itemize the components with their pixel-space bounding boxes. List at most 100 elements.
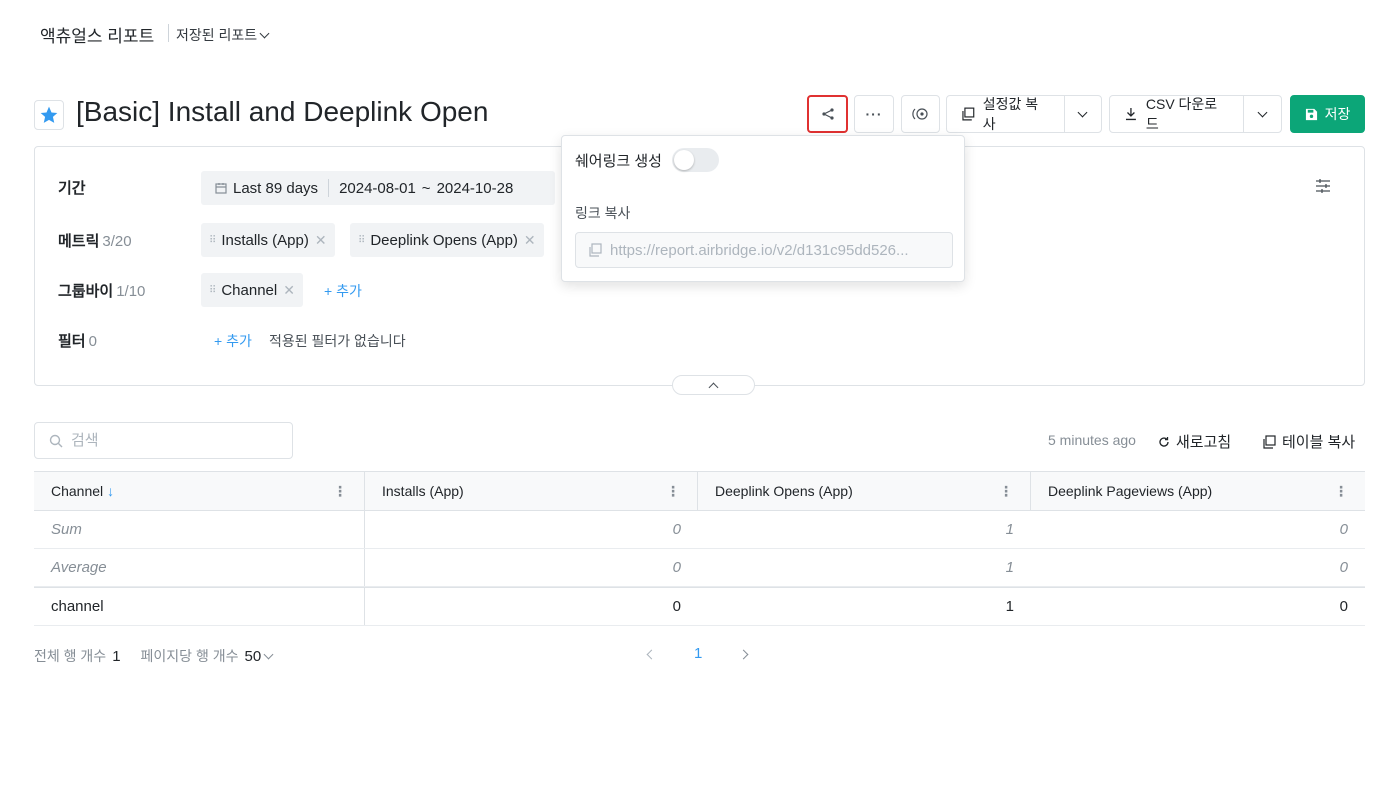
copy-icon (1263, 434, 1276, 449)
total-rows-value: 1 (112, 647, 121, 665)
share-link-value: https://report.airbridge.io/v2/d131c95dd… (610, 241, 909, 259)
copy-settings-button[interactable]: 설정값 복사 (946, 95, 1102, 133)
refresh-label: 새로고침 (1176, 434, 1232, 451)
column-header-deeplink-opens[interactable]: Deeplink Opens (App) ⋮ (698, 472, 1031, 510)
column-header-label: Deeplink Pageviews (App) (1048, 483, 1213, 499)
column-header-label: Channel (51, 483, 104, 499)
metric-chip[interactable]: ⠿ Installs (App) ✕ (201, 223, 335, 257)
table-cell: 0 (672, 559, 681, 576)
table-cell: 1 (1005, 559, 1014, 576)
saved-reports-label: 저장된 리포트 (176, 27, 258, 43)
groupby-chip[interactable]: ⠿ Channel ✕ (201, 273, 303, 307)
copy-table-label: 테이블 복사 (1282, 434, 1356, 451)
last-updated-text: 5 minutes ago (1048, 432, 1136, 448)
column-menu-icon[interactable]: ⋮ (666, 483, 680, 500)
remove-icon[interactable]: ✕ (524, 232, 536, 249)
rows-per-page-label: 페이지당 행 개수 (140, 648, 239, 664)
toggle-knob (674, 150, 694, 170)
filter-count: 0 (88, 333, 97, 350)
rows-per-page-value: 50 (244, 647, 262, 665)
copy-icon (962, 107, 975, 121)
table-cell: 0 (672, 521, 681, 538)
refresh-icon (1159, 436, 1169, 447)
chevron-left-icon (646, 649, 657, 660)
total-rows-label: 전체 행 개수 (34, 648, 107, 664)
sort-arrow-icon[interactable]: ↓ (107, 483, 114, 499)
refresh-button[interactable]: 새로고침 (1158, 431, 1231, 452)
share-link-popover: 쉐어링크 생성 링크 복사 https://report.airbridge.i… (561, 135, 965, 282)
add-groupby-button[interactable]: + 추가 (324, 281, 362, 301)
remove-icon[interactable]: ✕ (315, 232, 327, 249)
table-cell: 0 (1339, 521, 1348, 538)
summary-row-sum: Sum 0 1 0 (34, 511, 1365, 549)
star-icon (40, 106, 58, 123)
metric-chip-label: Installs (App) (221, 231, 309, 249)
sync-button[interactable] (901, 95, 940, 133)
table-row[interactable]: channel 0 1 0 (34, 587, 1365, 626)
breadcrumb-divider (168, 24, 169, 42)
metric-chip[interactable]: ⠿ Deeplink Opens (App) ✕ (350, 223, 544, 257)
table-cell: 1 (1005, 521, 1014, 538)
drag-handle-icon[interactable]: ⠿ (209, 235, 216, 246)
column-header-channel[interactable]: Channel ↓ ⋮ (34, 472, 365, 510)
drag-handle-icon[interactable]: ⠿ (358, 235, 365, 246)
chevron-down-icon (263, 649, 274, 659)
column-menu-icon[interactable]: ⋮ (999, 483, 1013, 500)
settings-sliders-icon[interactable] (1314, 177, 1332, 200)
more-options-button[interactable]: ··· (854, 95, 894, 133)
column-header-installs[interactable]: Installs (App) ⋮ (365, 472, 698, 510)
save-icon (1305, 108, 1317, 120)
date-range-picker[interactable]: Last 89 days 2024-08-01 ~ 2024-10-28 (201, 171, 555, 205)
share-link-field[interactable]: https://report.airbridge.io/v2/d131c95dd… (575, 232, 953, 268)
page-title: [Basic] Install and Deeplink Open (76, 96, 489, 127)
column-header-label: Deeplink Opens (App) (715, 483, 853, 499)
no-filters-text: 적용된 필터가 없습니다 (269, 333, 406, 349)
remove-icon[interactable]: ✕ (283, 282, 295, 299)
table-search[interactable] (34, 422, 293, 459)
date-start: 2024-08-01 (339, 179, 416, 197)
table-footer-info: 전체 행 개수 1 페이지당 행 개수 50 (34, 646, 274, 666)
copy-link-label: 링크 복사 (575, 205, 631, 221)
collapse-panel-button[interactable] (672, 375, 755, 395)
date-end: 2024-10-28 (436, 179, 514, 197)
search-icon (49, 434, 63, 447)
chevron-right-icon (738, 649, 749, 660)
groupby-label: 그룹바이 1/10 (58, 283, 146, 300)
filter-label: 필터 0 (58, 333, 97, 350)
metrics-label: 메트릭 3/20 (58, 233, 132, 250)
download-icon (1125, 108, 1136, 121)
copy-settings-dropdown[interactable] (1063, 96, 1101, 132)
page-number-current[interactable]: 1 (694, 645, 702, 662)
table-cell: 0 (672, 598, 681, 615)
save-button[interactable]: 저장 (1290, 95, 1365, 133)
column-menu-icon[interactable]: ⋮ (1334, 483, 1348, 500)
summary-row-average: Average 0 1 0 (34, 549, 1365, 587)
add-filter-button[interactable]: + 추가 (214, 331, 252, 351)
period-label: 기간 (58, 180, 86, 197)
search-input[interactable] (71, 432, 271, 449)
chevron-down-icon (259, 28, 270, 38)
prev-page-button[interactable] (646, 645, 657, 662)
csv-download-dropdown[interactable] (1243, 96, 1281, 132)
column-header-deeplink-pageviews[interactable]: Deeplink Pageviews (App) ⋮ (1031, 472, 1365, 510)
chevron-up-icon (708, 382, 719, 392)
drag-handle-icon[interactable]: ⠿ (209, 285, 216, 296)
copy-icon (589, 243, 602, 257)
copy-settings-label: 설정값 복사 (982, 96, 1039, 132)
next-page-button[interactable] (738, 645, 749, 662)
metrics-count: 3/20 (102, 233, 132, 250)
row-label: Average (34, 549, 365, 586)
create-share-link-label: 쉐어링크 생성 (575, 153, 662, 170)
column-menu-icon[interactable]: ⋮ (333, 483, 347, 500)
share-button[interactable] (807, 95, 848, 133)
csv-download-button[interactable]: CSV 다운로드 (1109, 95, 1282, 133)
groupby-count: 1/10 (116, 283, 146, 300)
csv-download-label: CSV 다운로드 (1145, 96, 1218, 132)
chevron-down-icon (1077, 107, 1088, 117)
metric-chip-label: Deeplink Opens (App) (370, 231, 518, 249)
saved-reports-dropdown[interactable]: 저장된 리포트 (176, 25, 270, 45)
share-link-toggle[interactable] (672, 148, 719, 172)
copy-table-button[interactable]: 테이블 복사 (1262, 431, 1355, 452)
rows-per-page-select[interactable]: 50 (244, 647, 274, 665)
favorite-star-button[interactable] (34, 100, 64, 130)
